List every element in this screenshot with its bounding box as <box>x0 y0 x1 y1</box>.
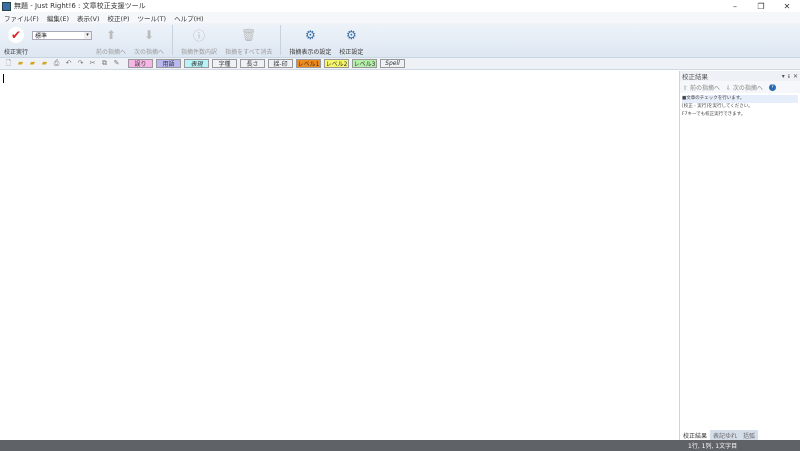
menu-help[interactable]: ヘルプ(H) <box>174 13 203 23</box>
redo-icon[interactable]: ↷ <box>75 59 86 68</box>
cut-icon[interactable]: ✂ <box>87 59 98 68</box>
gear-check-icon: ⚙ <box>346 28 357 42</box>
arrow-down-icon: ⬇ <box>144 28 155 42</box>
tag-level-1[interactable]: レベル1 <box>296 59 321 68</box>
copy-icon[interactable]: ⧉ <box>99 59 110 68</box>
next-issue-button[interactable]: ⬇ 次の指摘へ <box>130 25 168 56</box>
help-icon[interactable]: ? <box>768 83 776 91</box>
menu-proofread[interactable]: 校正(P) <box>108 13 130 23</box>
divider <box>280 25 282 55</box>
menu-view[interactable]: 表示(V) <box>77 13 100 23</box>
chevron-down-icon: ▾ <box>84 32 92 39</box>
toolbar: 🗋 ▰ ▰ ▰ ⎙ ↶ ↷ ✂ ⧉ ✎ 誤り 用語 表現 字種 長さ 揺-印 レ… <box>0 58 800 70</box>
tag-char-type[interactable]: 字種 <box>212 59 237 68</box>
new-file-icon[interactable]: 🗋 <box>3 59 14 68</box>
tag-level-3[interactable]: レベル3 <box>352 59 377 68</box>
profile-select[interactable]: 標準 ▾ <box>32 31 93 40</box>
tag-spell[interactable]: Spell <box>380 59 405 68</box>
prev-issue-button[interactable]: ⬆ 前の指摘へ <box>92 25 130 56</box>
maximize-button[interactable]: ❐ <box>748 2 774 11</box>
tab-brackets[interactable]: 括弧 <box>740 430 759 440</box>
divider <box>172 25 174 55</box>
title-bar: 無題 - Just Right!6 : 文章校正支援ツール – ❐ ✕ <box>0 0 800 12</box>
status-bar: 1行, 1列, 1文字目 <box>0 440 800 451</box>
open-file-icon[interactable]: ▰ <box>15 59 26 68</box>
menu-bar: ファイル(F) 編集(E) 表示(V) 校正(P) ツール(T) ヘルプ(H) <box>0 12 800 23</box>
menu-tools[interactable]: ツール(T) <box>138 13 167 23</box>
paste-icon[interactable]: ✎ <box>111 59 122 68</box>
cursor-position: 1行, 1列, 1文字目 <box>688 443 738 450</box>
display-settings-button[interactable]: ⚙ 指摘表示の設定 <box>285 25 335 56</box>
tag-terms[interactable]: 用語 <box>156 59 181 68</box>
tag-variation[interactable]: 揺-印 <box>268 59 293 68</box>
tab-notation-variation[interactable]: 表記ゆれ <box>710 430 741 440</box>
text-caret <box>3 74 4 83</box>
panel-close-icon[interactable]: ✕ <box>793 73 798 80</box>
tag-length[interactable]: 長さ <box>240 59 265 68</box>
panel-prev-button[interactable]: ⇧ 前の指摘へ <box>683 83 720 92</box>
panel-message: [校正 - 実行]を実行してください。 <box>682 104 753 109</box>
tag-error[interactable]: 誤り <box>128 59 153 68</box>
save-as-icon[interactable]: ▰ <box>39 59 50 68</box>
text-editor[interactable] <box>0 71 678 440</box>
panel-next-button[interactable]: ⇩ 次の指摘へ <box>726 83 763 92</box>
tag-level-2[interactable]: レベル2 <box>324 59 349 68</box>
arrow-up-icon: ⬆ <box>105 28 117 42</box>
print-icon[interactable]: ⎙ <box>51 59 62 68</box>
window-title: 無題 - Just Right!6 : 文章校正支援ツール <box>14 2 146 10</box>
menu-file[interactable]: ファイル(F) <box>4 13 39 23</box>
tag-expression[interactable]: 表現 <box>184 59 209 68</box>
check-icon: ✔ <box>8 27 24 43</box>
app-icon <box>2 1 11 11</box>
close-button[interactable]: ✕ <box>774 2 800 11</box>
panel-menu-icon[interactable]: ▾ <box>782 73 785 80</box>
panel-title: 校正結果 <box>682 73 708 81</box>
issue-breakdown-button[interactable]: ⓘ 指摘件数内訳 <box>177 25 221 57</box>
trash-icon: 🗑 <box>241 28 257 42</box>
pin-icon[interactable]: ᵻ <box>788 73 790 80</box>
color-gear-icon: ⚙ <box>305 28 316 42</box>
panel-message: F7キーでも校正実行できます。 <box>682 112 746 117</box>
proof-settings-button[interactable]: ⚙ 校正設定 <box>335 25 367 56</box>
ribbon: ✔ 校正実行 標準 ▾ ⬆ 前の指摘へ ⬇ 次の指摘へ ⓘ 指摘件数内訳 🗑 指摘をすべて消… <box>0 23 800 58</box>
info-check-icon: ⓘ <box>193 28 206 43</box>
clear-issues-button[interactable]: 🗑 指摘をすべて消去 <box>221 25 276 56</box>
results-panel: 校正結果 ▾ ᵻ ✕ ⇧ 前の指摘へ ⇩ 次の指摘へ ? ■文章のチェックを行います… <box>679 71 800 440</box>
minimize-button[interactable]: – <box>722 2 748 11</box>
undo-icon[interactable]: ↶ <box>63 59 74 68</box>
panel-message: ■文章のチェックを行います。 <box>682 95 798 103</box>
run-check-button[interactable]: ✔ 校正実行 <box>0 25 32 56</box>
save-icon[interactable]: ▰ <box>27 59 38 68</box>
tab-results[interactable]: 校正結果 <box>680 430 711 440</box>
menu-edit[interactable]: 編集(E) <box>47 13 69 23</box>
